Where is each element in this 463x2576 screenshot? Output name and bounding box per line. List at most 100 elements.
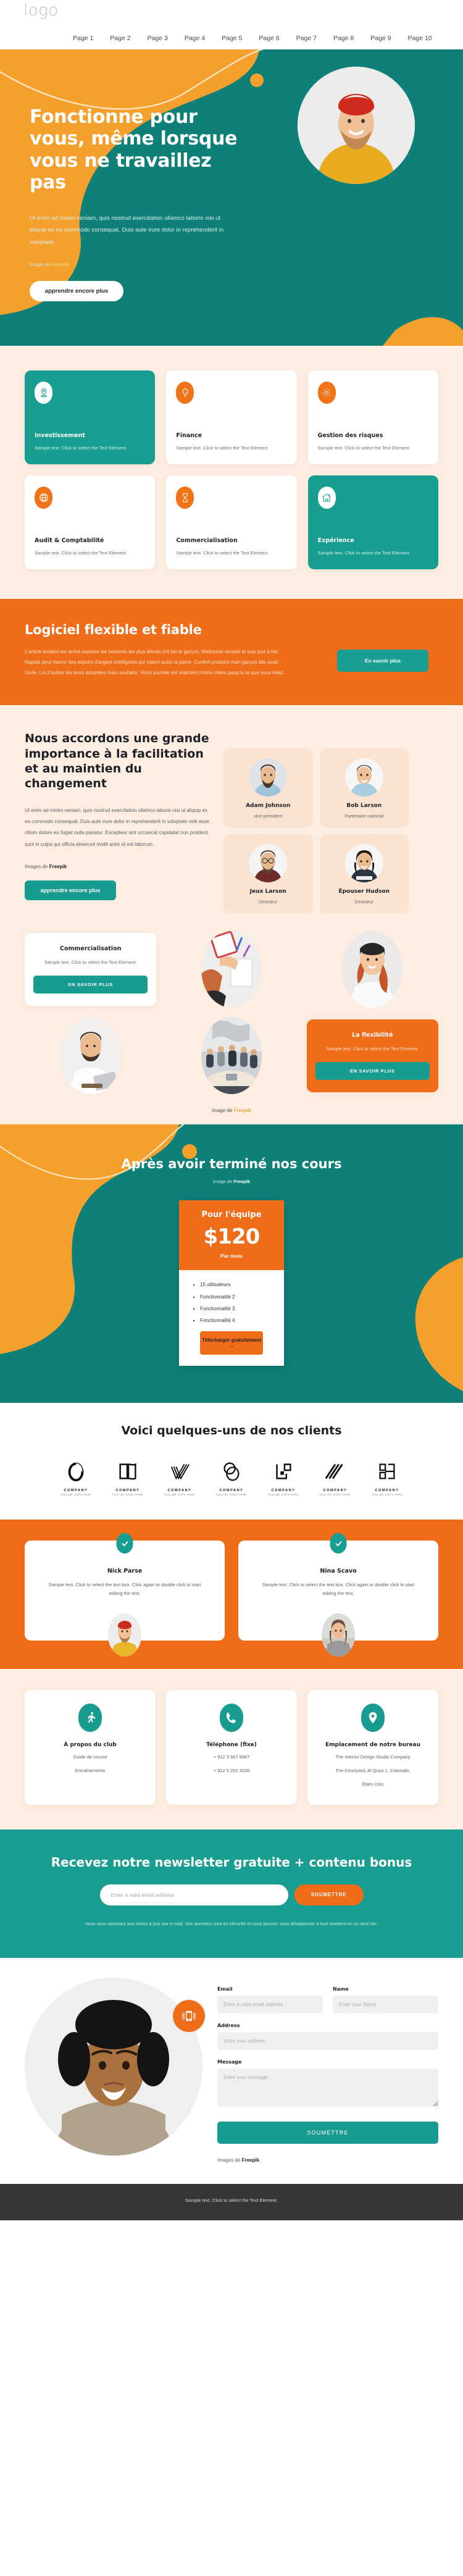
contact-info-section: À propos du club Guide de course Entraîn… [0,1669,463,1830]
nav-link-page-6[interactable]: Page 6 [259,35,279,42]
avatar [344,758,383,797]
client-logo-5[interactable]: COMPANY TAGLINE GOES HERE [267,1460,299,1496]
site-footer: Sample text. Click to select the Text El… [0,2183,463,2220]
address-field-group: Address [217,2023,438,2050]
nav-link-page-8[interactable]: Page 8 [333,35,354,42]
testimonial-name: Nick Parse [107,1568,143,1575]
circles-mark-icon [223,1462,240,1481]
nav-link-page-4[interactable]: Page 4 [185,35,205,42]
marketing-card-button[interactable]: EN SAVOIR PLUS [33,975,148,993]
form-credit-brand[interactable]: Freepik [242,2157,259,2163]
avatar [249,844,288,883]
client-logo-4[interactable]: COMPANY TAGLINE GOES HERE [215,1460,248,1496]
hourglass-icon [176,487,194,509]
site-logo[interactable]: logo [23,1,59,20]
pricing-feature-item: Fonctionnalité 2 [200,1292,263,1302]
newsletter-email-input[interactable] [99,1884,288,1905]
client-logo-7[interactable]: COMPANY TAGLINE GOES HERE [371,1460,403,1496]
contact-form-submit-button[interactable]: SOUMETTRE [217,2121,438,2144]
testimonials-section: Nick Parse Sample text. Click to select … [0,1520,463,1670]
office-meeting-photo [201,1017,262,1095]
message-field[interactable] [217,2068,438,2107]
contact-card-office-location[interactable]: Emplacement de notre bureau The Interior… [307,1690,438,1805]
software-learn-more-button[interactable]: En savoir plus [337,650,428,672]
pricing-credit-prefix: Image de [212,1179,234,1185]
pricing-title: Après avoir terminé nos cours [121,1156,342,1172]
contact-card-line: + 912 5 252 3336 [213,1768,250,1774]
name-field[interactable] [333,1995,438,2014]
client-logo-tagline: TAGLINE GOES HERE [164,1494,196,1497]
nav-link-page-5[interactable]: Page 5 [222,35,242,42]
clients-section: Voici quelques-uns de nos clients COMPAN… [0,1403,463,1520]
lightbulb-icon [176,382,194,404]
client-logo-name: COMPANY [271,1489,296,1493]
client-logo-2[interactable]: COMPANY TAGLINE GOES HERE [112,1460,144,1496]
nav-link-page-2[interactable]: Page 2 [110,35,130,42]
importance-paragraph: Ut enim ad minim veniam, quis nostrud ex… [25,807,209,847]
service-title: Investissement [35,432,85,439]
runner-icon [78,1704,102,1733]
service-card-finance[interactable]: Finance Sample text. Click to select the… [166,370,297,464]
service-title: Commercialisation [176,537,238,544]
service-text: Sample text. Click to select the Text El… [176,445,269,451]
mobile-phone-icon [173,1999,205,2032]
nav-link-page-10[interactable]: Page 10 [408,35,432,42]
client-logo-tagline: TAGLINE GOES HERE [267,1494,299,1497]
pricing-content: Après avoir terminé nos cours Image de F… [0,1156,463,1366]
service-card-gestion-des-risques[interactable]: Gestion des risques Sample text. Click t… [307,370,438,464]
importance-cta-button[interactable]: apprendre encore plus [25,880,116,901]
newsletter-note: Vous vous abonnez aux mises à jour par e… [85,1920,378,1926]
client-logo-1[interactable]: COMPANY TAGLINE GOES HERE [60,1460,92,1496]
pricing-download-button[interactable]: Télécharger gratuitement → [200,1331,263,1355]
software-cta-text-block: Logiciel flexible et fiable L'article év… [25,622,327,678]
form-credit-prefix: Images de [217,2157,242,2163]
hero-cta-button[interactable]: apprendre encore plus [30,280,123,301]
team-card-bob-larson[interactable]: Bob Larson Partenaire national [319,748,409,828]
service-card-commercialisation[interactable]: Commercialisation Sample text. Click to … [166,475,297,569]
team-card-adam-johnson[interactable]: Adam Johnson vice-président [223,748,313,828]
contact-card-club[interactable]: À propos du club Guide de course Entraîn… [25,1690,156,1805]
gallery-image-credit: Image de Freepik [25,1094,438,1118]
nav-links: Page 1 Page 2 Page 3 Page 4 Page 5 Page … [73,35,432,42]
nav-link-page-1[interactable]: Page 1 [73,35,93,42]
marketing-card[interactable]: Commercialisation Sample text. Click to … [25,933,157,1006]
service-card-experience[interactable]: Expérience Sample text. Click to select … [307,475,438,569]
flexibility-card[interactable]: La flexibilité Sample text. Click to sel… [306,1019,438,1092]
team-card-jeux-larson[interactable]: Jeux Larson Directeur [223,834,313,914]
contact-card-line: États-Unis [362,1781,384,1787]
bracket-mark-icon [379,1463,395,1479]
avatar [108,1613,141,1657]
pricing-credit-brand[interactable]: Freepik [233,1179,250,1184]
gallery-cell-man-laptop-photo [25,1017,156,1095]
service-title: Expérience [317,537,354,544]
importance-credit-brand[interactable]: Freepik [49,864,67,869]
service-text: Sample text. Click to select the Text El… [35,445,127,451]
client-logo-row: COMPANY TAGLINE GOES HERE COMPANY TAGLIN… [0,1460,463,1496]
gallery-credit-brand[interactable]: Freepik [234,1108,251,1113]
contact-card-phone[interactable]: Téléphone (fixe) + 912 3 567 8987 + 912 … [166,1690,297,1805]
avatar [344,844,383,883]
nav-link-page-3[interactable]: Page 3 [148,35,168,42]
team-card-epouser-hudson[interactable]: Épouser Hudson Directeur [319,834,409,914]
email-field[interactable] [217,1995,323,2014]
flexibility-card-button[interactable]: EN SAVOIR PLUS [315,1061,430,1080]
nav-link-page-7[interactable]: Page 7 [296,35,317,42]
gallery-cell-notebook-photo [165,930,297,1008]
client-logo-3[interactable]: COMPANY TAGLINE GOES HERE [164,1460,196,1496]
service-card-audit-comptabilite[interactable]: Audit & Comptabilité Sample text. Click … [25,475,156,569]
hero-credit-brand[interactable]: Freepik [52,262,69,267]
nav-link-page-9[interactable]: Page 9 [370,35,391,42]
team-member-name: Adam Johnson [246,803,291,809]
contact-card-line: Guide de course [73,1754,107,1760]
clients-title: Voici quelques-uns de nos clients [121,1424,342,1438]
notebook-hands-photo [201,930,262,1008]
pricing-amount: $120 [203,1224,261,1250]
team-member-role: vice-président [253,813,283,819]
pricing-plan-name: Pour l'équipe [201,1210,262,1220]
address-field[interactable] [217,2031,438,2050]
client-logo-6[interactable]: COMPANY TAGLINE GOES HERE [319,1460,351,1496]
testimonial-card-nick-parse[interactable]: Nick Parse Sample text. Click to select … [25,1533,225,1657]
newsletter-submit-button[interactable]: SOUMETTRE [294,1884,364,1905]
service-card-investissement[interactable]: Investissement Sample text. Click to sel… [25,370,156,464]
testimonial-card-nina-scavo[interactable]: Nina Scavo Sample text. Click to select … [238,1533,438,1657]
